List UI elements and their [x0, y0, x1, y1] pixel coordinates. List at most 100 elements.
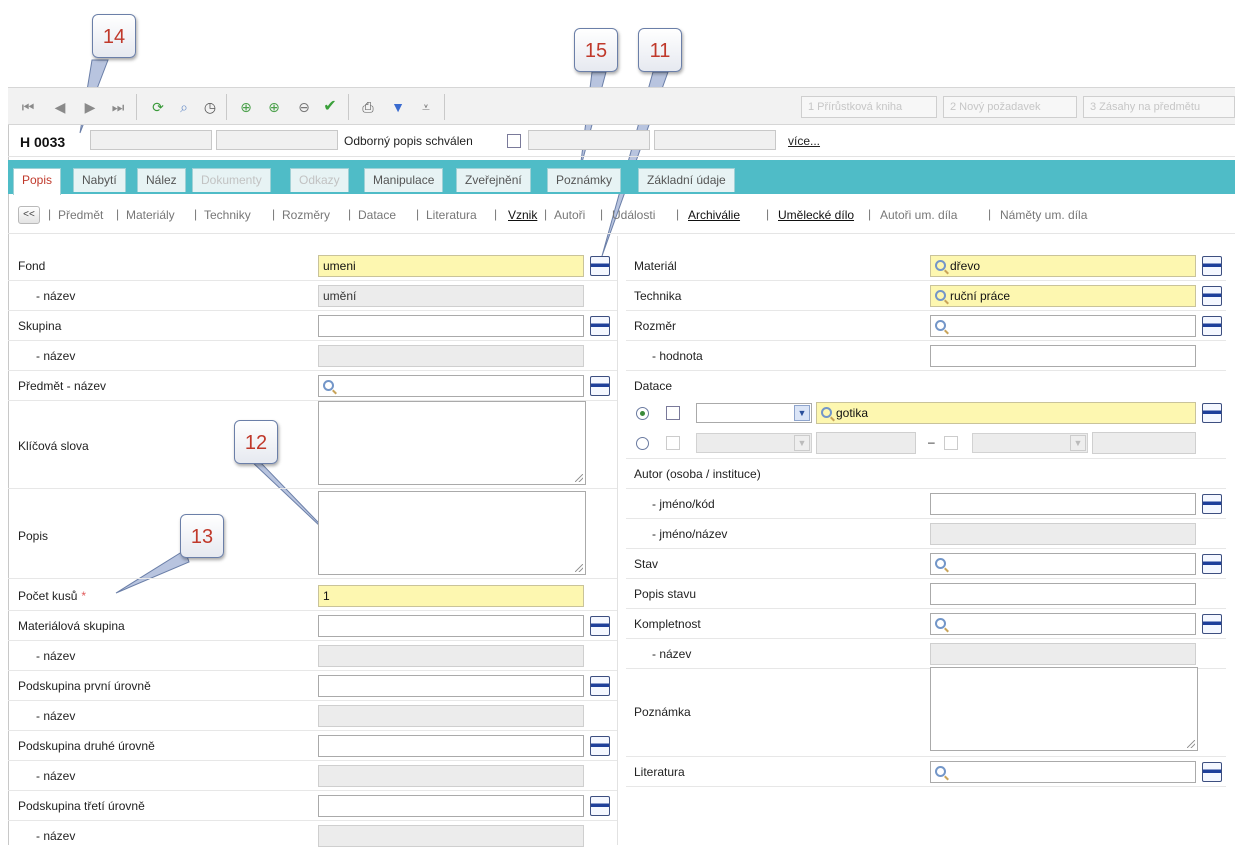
- refresh-icon[interactable]: ⟳: [148, 97, 168, 117]
- nav-materialy[interactable]: Materiály: [126, 208, 175, 222]
- skupina-name-field: [318, 345, 584, 367]
- podsk3-input[interactable]: [318, 795, 584, 817]
- material-input[interactable]: dřevo: [930, 255, 1196, 277]
- nav-datace[interactable]: Datace: [358, 208, 396, 222]
- list-lookup-icon[interactable]: [590, 736, 610, 756]
- nav-archivalie[interactable]: Archiválie: [688, 208, 740, 222]
- technika-input[interactable]: ruční práce: [930, 285, 1196, 307]
- tab-zverejneni[interactable]: Zveřejnění: [456, 168, 531, 192]
- datace-range-radio[interactable]: [636, 437, 649, 450]
- search-icon[interactable]: [935, 260, 946, 271]
- print-icon[interactable]: ⎙: [358, 97, 378, 117]
- search-icon[interactable]: [935, 558, 946, 569]
- list-lookup-icon[interactable]: [1202, 316, 1222, 336]
- list-lookup-icon[interactable]: [590, 316, 610, 336]
- hodnota-input[interactable]: [930, 345, 1196, 367]
- jmeno-kod-input[interactable]: [930, 493, 1196, 515]
- datace-period-input[interactable]: gotika: [816, 402, 1196, 424]
- rozmer-input[interactable]: [930, 315, 1196, 337]
- kompletnost-input[interactable]: [930, 613, 1196, 635]
- nav-namety-um-dila[interactable]: Náměty um. díla: [1000, 208, 1087, 222]
- list-lookup-icon[interactable]: [590, 256, 610, 276]
- stav-input[interactable]: [930, 553, 1196, 575]
- next-record-icon[interactable]: ▶: [80, 97, 100, 117]
- tab-nalez[interactable]: Nález: [137, 168, 186, 192]
- search-icon[interactable]: [935, 618, 946, 629]
- datace-label: Datace: [634, 379, 673, 393]
- list-lookup-icon[interactable]: [1202, 403, 1222, 423]
- list-lookup-icon[interactable]: [1202, 286, 1222, 306]
- add-icon[interactable]: ⊕: [236, 97, 256, 117]
- filter-icon[interactable]: ▼: [388, 97, 408, 117]
- tab-manipulace[interactable]: Manipulace: [364, 168, 444, 192]
- nav-separator: |: [348, 207, 352, 221]
- nav-autori-um-dila[interactable]: Autoři um. díla: [880, 208, 957, 222]
- first-record-icon[interactable]: ⏮: [18, 97, 38, 117]
- list-lookup-icon[interactable]: [1202, 554, 1222, 574]
- previous-record-icon[interactable]: ◀: [50, 97, 70, 117]
- confirm-icon[interactable]: ✔: [320, 97, 340, 117]
- form-row-autor: Autor (osoba / instituce): [626, 459, 1226, 489]
- tab-popis[interactable]: Popis: [13, 168, 62, 195]
- predmet-input[interactable]: [318, 375, 584, 397]
- search-icon[interactable]: [935, 290, 946, 301]
- add-copy-icon[interactable]: ⊕: [264, 97, 284, 117]
- keywords-textarea[interactable]: [318, 401, 586, 485]
- list-lookup-icon[interactable]: [1202, 614, 1222, 634]
- form-row-jmeno-nazev: - jméno/název: [626, 519, 1226, 549]
- popis-stavu-input[interactable]: [930, 583, 1196, 605]
- header-field: [528, 130, 650, 150]
- poznamka-textarea[interactable]: [930, 667, 1198, 751]
- nav-umelecke-dilo[interactable]: Umělecké dílo: [778, 208, 854, 222]
- tab-nabyti[interactable]: Nabytí: [73, 168, 126, 192]
- list-lookup-icon[interactable]: [1202, 762, 1222, 782]
- matskup-input[interactable]: [318, 615, 584, 637]
- search-icon[interactable]: [935, 766, 946, 777]
- search-icon[interactable]: [935, 320, 946, 331]
- popis-textarea[interactable]: [318, 491, 586, 575]
- nav-udalosti[interactable]: Události: [612, 208, 655, 222]
- nav-rozmery[interactable]: Rozměry: [282, 208, 330, 222]
- fond-input[interactable]: umeni: [318, 255, 584, 277]
- list-lookup-icon[interactable]: [590, 796, 610, 816]
- datace-qualifier-select[interactable]: ▼: [696, 403, 812, 423]
- object-interventions-button[interactable]: 3 Zásahy na předmětu: [1083, 96, 1235, 118]
- nav-predmet[interactable]: Předmět: [58, 208, 103, 222]
- datace-period-radio[interactable]: [636, 407, 649, 420]
- more-link[interactable]: více...: [788, 134, 820, 148]
- nav-separator: |: [766, 207, 770, 221]
- history-icon[interactable]: ◷: [200, 97, 220, 117]
- form-row-rozmer: Rozměr: [626, 311, 1226, 341]
- list-lookup-icon[interactable]: [1202, 494, 1222, 514]
- skupina-input[interactable]: [318, 315, 584, 337]
- literatura-input[interactable]: [930, 761, 1196, 783]
- pocet-input[interactable]: 1: [318, 585, 584, 607]
- list-lookup-icon[interactable]: [590, 376, 610, 396]
- nav-vznik[interactable]: Vznik: [508, 208, 537, 222]
- pocet-label-text: Počet kusů: [18, 589, 78, 603]
- podsk2-input[interactable]: [318, 735, 584, 757]
- podsk1-input[interactable]: [318, 675, 584, 697]
- list-lookup-icon[interactable]: [1202, 256, 1222, 276]
- new-request-button[interactable]: 2 Nový požadavek: [943, 96, 1077, 118]
- nav-techniky[interactable]: Techniky: [204, 208, 251, 222]
- nav-literatura[interactable]: Literatura: [426, 208, 477, 222]
- tab-zakladni-udaje[interactable]: Základní údaje: [638, 168, 735, 192]
- tab-poznamky[interactable]: Poznámky: [547, 168, 622, 192]
- datace-approx-checkbox[interactable]: [666, 406, 680, 420]
- approved-checkbox[interactable]: [507, 134, 521, 148]
- book-of-accessions-button[interactable]: 1 Přírůstková kniha: [801, 96, 937, 118]
- search-icon[interactable]: [821, 407, 832, 418]
- list-lookup-icon[interactable]: [590, 676, 610, 696]
- filter-advanced-icon[interactable]: ⩡: [416, 97, 436, 117]
- remove-icon[interactable]: ⊖: [294, 97, 314, 117]
- last-record-icon[interactable]: ⏭: [108, 97, 128, 117]
- nav-autori[interactable]: Autoři: [554, 208, 585, 222]
- list-lookup-icon[interactable]: [590, 616, 610, 636]
- search-icon[interactable]: [323, 380, 334, 391]
- form-row-poznamka: Poznámka: [626, 667, 1226, 757]
- pocet-label: Počet kusů *: [18, 589, 86, 603]
- datace-from-input: [816, 432, 916, 454]
- search-icon[interactable]: ⌕: [174, 97, 194, 117]
- back-button[interactable]: <<: [18, 206, 40, 224]
